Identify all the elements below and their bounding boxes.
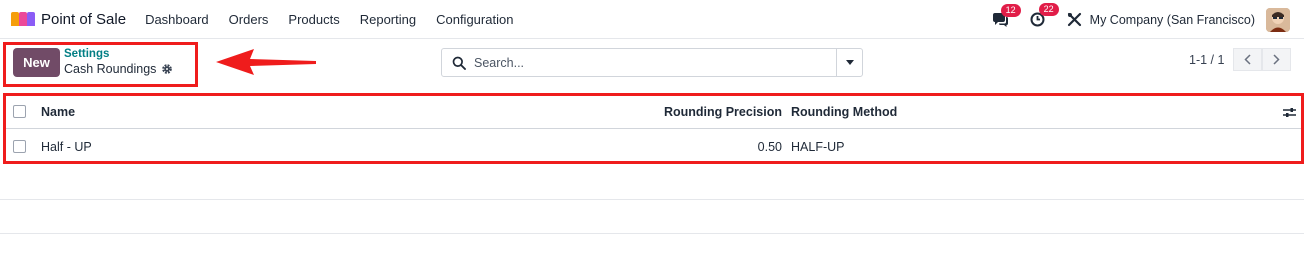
menu-item-dashboard[interactable]: Dashboard [145, 12, 209, 27]
menu-item-configuration[interactable]: Configuration [436, 12, 513, 27]
annotation-arrow-icon [216, 49, 316, 75]
chevron-right-icon [1273, 54, 1280, 65]
top-navbar: Point of Sale Dashboard Orders Products … [0, 0, 1304, 39]
column-header-rounding-precision[interactable]: Rounding Precision [664, 105, 782, 119]
column-header-name[interactable]: Name [41, 105, 75, 119]
debug-tools-button[interactable] [1067, 12, 1082, 27]
cell-rounding-method: HALF-UP [791, 140, 845, 154]
caret-down-icon [845, 60, 854, 65]
main-menu: Dashboard Orders Products Reporting Conf… [145, 12, 533, 27]
cell-name: Half - UP [41, 140, 92, 154]
chevron-left-icon [1244, 54, 1251, 65]
messages-button[interactable]: 12 [992, 3, 1021, 27]
activities-button[interactable]: 22 [1030, 3, 1059, 27]
row-checkbox[interactable] [13, 140, 26, 153]
gear-icon[interactable] [161, 63, 173, 75]
cell-rounding-precision: 0.50 [757, 140, 782, 154]
pager-value[interactable]: 1-1 / 1 [1189, 53, 1224, 67]
pos-app-icon [11, 10, 35, 28]
table-header: Name Rounding Precision Rounding Method [6, 96, 1301, 129]
empty-row-divider [0, 233, 1304, 234]
search-input[interactable] [474, 55, 814, 70]
app-brand[interactable]: Point of Sale [11, 10, 126, 28]
column-header-rounding-method[interactable]: Rounding Method [791, 105, 897, 119]
activities-badge: 22 [1038, 3, 1059, 16]
search-options-toggle[interactable] [836, 48, 863, 77]
pager-next-button[interactable] [1262, 48, 1291, 71]
avatar-image [1266, 7, 1290, 32]
pager-previous-button[interactable] [1233, 48, 1262, 71]
breadcrumb-current: Cash Roundings [64, 62, 157, 76]
empty-row-divider [0, 199, 1304, 200]
optional-columns-icon[interactable] [1283, 106, 1296, 119]
table-row[interactable]: Half - UP 0.50 HALF-UP [6, 130, 1301, 161]
menu-item-orders[interactable]: Orders [229, 12, 269, 27]
search-icon [452, 56, 466, 70]
messages-badge: 12 [1000, 3, 1021, 17]
tools-icon [1067, 12, 1081, 27]
company-switcher[interactable]: My Company (San Francisco) [1090, 13, 1255, 27]
app-name: Point of Sale [41, 10, 127, 28]
new-button[interactable]: New [13, 48, 60, 77]
select-all-checkbox[interactable] [13, 105, 26, 118]
systray: 12 22 My Company (San Francisco) [970, 0, 1290, 39]
search-box[interactable] [441, 48, 837, 77]
menu-item-reporting[interactable]: Reporting [360, 12, 416, 27]
menu-item-products[interactable]: Products [288, 12, 339, 27]
breadcrumb-parent-link[interactable]: Settings [64, 48, 109, 60]
user-avatar[interactable] [1266, 7, 1290, 32]
